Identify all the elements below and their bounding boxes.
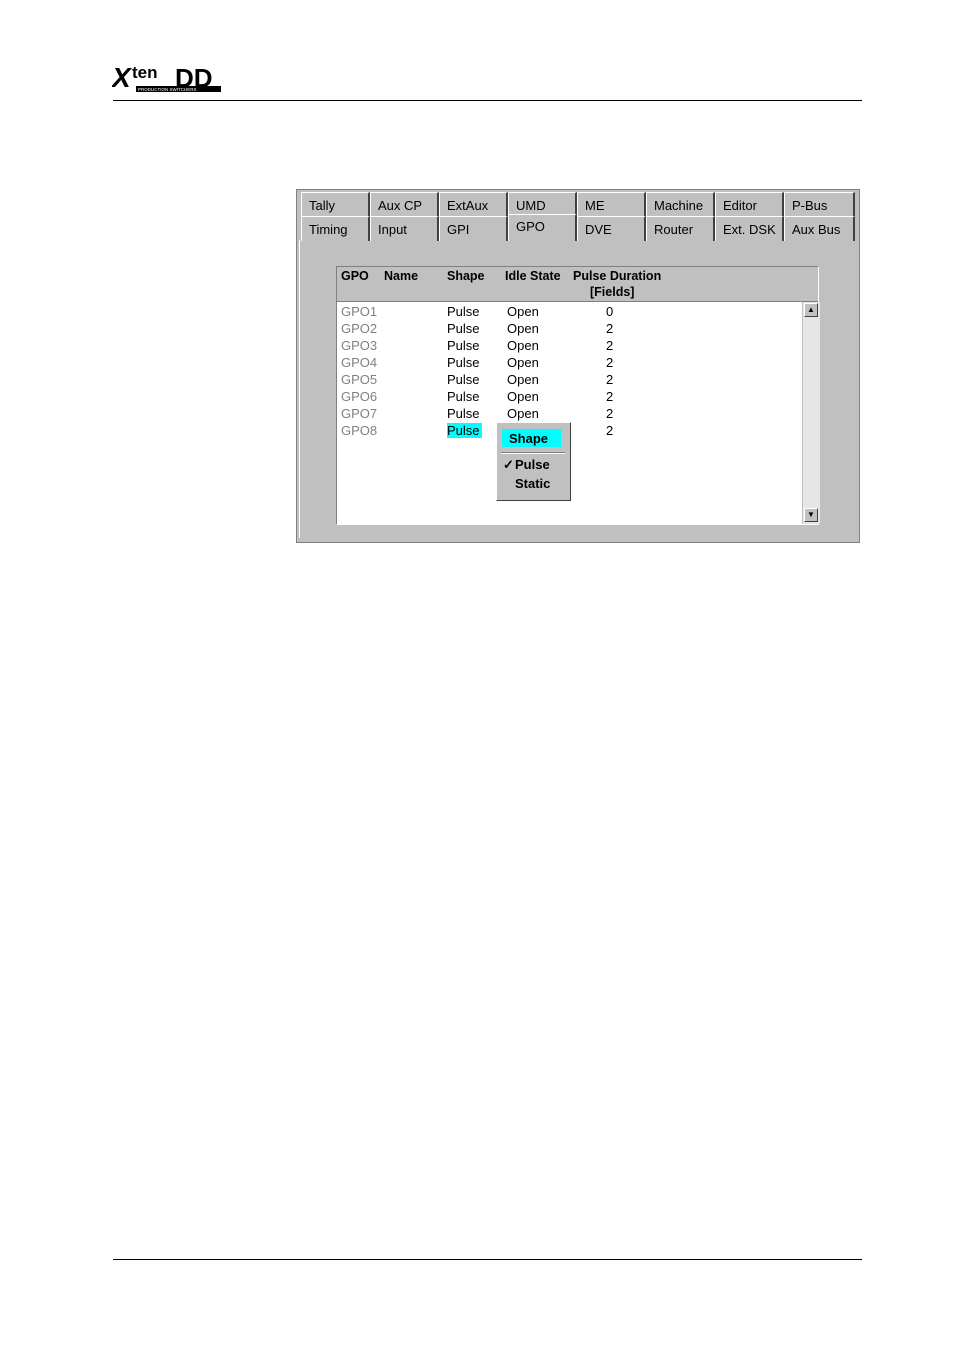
check-icon: ✓ xyxy=(503,457,514,472)
vertical-scrollbar[interactable]: ▲ ▼ xyxy=(802,302,820,524)
tab-input[interactable]: Input xyxy=(370,216,439,241)
tab-aux-bus[interactable]: Aux Bus xyxy=(784,216,855,241)
table-row[interactable]: GPO2 Pulse Open 2 xyxy=(337,321,802,338)
menu-item-label: Pulse xyxy=(515,457,550,472)
cell-gpo: GPO8 xyxy=(341,423,378,438)
cell-pulse-duration[interactable]: 2 xyxy=(606,321,613,336)
gpo-table: GPO Name Shape Idle State Pulse Duration… xyxy=(336,266,820,525)
xten-dd-logo: X ten DD PRODUCTION SWITCHERS xyxy=(112,62,221,93)
logo-subtext: PRODUCTION SWITCHERS xyxy=(138,87,197,92)
cell-gpo: GPO3 xyxy=(341,338,378,353)
column-header-idle-state[interactable]: Idle State xyxy=(505,269,561,283)
tab-tally[interactable]: Tally xyxy=(301,192,370,217)
cell-shape[interactable]: Pulse xyxy=(447,355,480,370)
cell-idle-state[interactable]: Open xyxy=(507,321,539,336)
cell-idle-state[interactable]: Open xyxy=(507,372,539,387)
column-header-name[interactable]: Name xyxy=(384,269,418,283)
cell-pulse-duration[interactable]: 2 xyxy=(606,389,613,404)
cell-shape[interactable]: Pulse xyxy=(447,423,482,438)
table-row[interactable]: GPO7 Pulse Open 2 xyxy=(337,406,802,423)
tab-dve[interactable]: DVE xyxy=(577,216,646,241)
table-row[interactable]: GPO1 Pulse Open 0 xyxy=(337,304,802,321)
header-rule xyxy=(113,100,862,101)
cell-shape[interactable]: Pulse xyxy=(447,372,480,387)
footer-rule xyxy=(113,1259,862,1260)
scroll-down-icon[interactable]: ▼ xyxy=(804,508,818,522)
tab-extaux[interactable]: ExtAux xyxy=(439,192,508,217)
cell-shape[interactable]: Pulse xyxy=(447,338,480,353)
cell-idle-state[interactable]: Open xyxy=(507,338,539,353)
column-header-pulse-duration-unit: [Fields] xyxy=(590,285,635,299)
column-header-pulse-duration[interactable]: Pulse Duration xyxy=(573,269,661,283)
tab-timing[interactable]: Timing xyxy=(301,216,370,241)
cell-idle-state[interactable]: Open xyxy=(507,389,539,404)
cell-idle-state[interactable]: Open xyxy=(507,406,539,421)
table-row[interactable]: GPO5 Pulse Open 2 xyxy=(337,372,802,389)
cell-idle-state[interactable]: Open xyxy=(507,355,539,370)
scroll-up-icon[interactable]: ▲ xyxy=(804,303,818,317)
menu-item-label: Static xyxy=(515,476,551,491)
cell-pulse-duration[interactable]: 2 xyxy=(606,355,613,370)
cell-pulse-duration[interactable]: 0 xyxy=(606,304,613,319)
cell-gpo: GPO6 xyxy=(341,389,378,404)
shape-context-menu: Shape ✓Pulse Static xyxy=(496,422,571,501)
cell-shape[interactable]: Pulse xyxy=(447,321,480,336)
cell-gpo: GPO2 xyxy=(341,321,378,336)
menu-item-pulse[interactable]: ✓Pulse xyxy=(503,457,550,473)
cell-shape[interactable]: Pulse xyxy=(447,389,480,404)
menu-separator xyxy=(501,452,565,454)
cell-pulse-duration[interactable]: 2 xyxy=(606,372,613,387)
cell-gpo: GPO7 xyxy=(341,406,378,421)
cell-gpo: GPO1 xyxy=(341,304,378,319)
cell-gpo: GPO4 xyxy=(341,355,378,370)
table-row[interactable]: GPO3 Pulse Open 2 xyxy=(337,338,802,355)
cell-pulse-duration[interactable]: 2 xyxy=(606,423,613,438)
column-header-shape[interactable]: Shape xyxy=(447,269,485,283)
cell-pulse-duration[interactable]: 2 xyxy=(606,406,613,421)
menu-item-static[interactable]: Static xyxy=(503,476,550,491)
tab-ext-dsk[interactable]: Ext. DSK xyxy=(715,216,784,241)
tab-aux-cp[interactable]: Aux CP xyxy=(370,192,439,217)
cell-shape[interactable]: Pulse xyxy=(447,304,480,319)
tab-machine[interactable]: Machine xyxy=(646,192,715,217)
tab-gpo[interactable]: GPO xyxy=(508,214,577,241)
tab-router[interactable]: Router xyxy=(646,216,715,241)
tab-editor[interactable]: Editor xyxy=(715,192,784,217)
menu-title: Shape xyxy=(502,429,561,447)
cell-idle-state[interactable]: Open xyxy=(507,304,539,319)
table-row[interactable]: GPO4 Pulse Open 2 xyxy=(337,355,802,372)
svg-text:ten: ten xyxy=(132,63,158,82)
column-header-gpo[interactable]: GPO xyxy=(341,269,369,283)
table-row[interactable]: GPO6 Pulse Open 2 xyxy=(337,389,802,406)
table-header: GPO Name Shape Idle State Pulse Duration… xyxy=(337,267,818,302)
svg-text:X: X xyxy=(112,62,133,93)
tab-p-bus[interactable]: P-Bus xyxy=(784,192,855,217)
cell-shape[interactable]: Pulse xyxy=(447,406,480,421)
tab-gpi[interactable]: GPI xyxy=(439,216,508,241)
cell-gpo: GPO5 xyxy=(341,372,378,387)
cell-pulse-duration[interactable]: 2 xyxy=(606,338,613,353)
tab-me[interactable]: ME xyxy=(577,192,646,217)
